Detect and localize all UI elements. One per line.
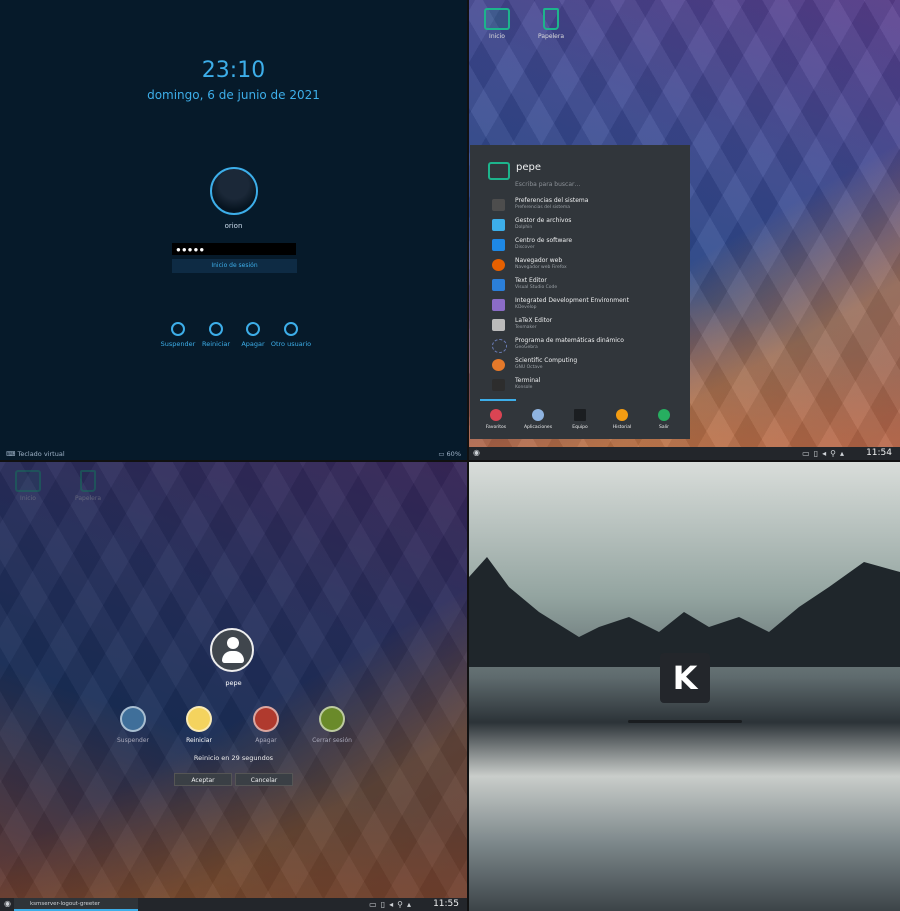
list-item[interactable]: Navegador web Navegador web Firefox (492, 256, 682, 274)
lock-username: orion (224, 222, 243, 230)
folder-icon (492, 219, 505, 231)
task-item[interactable]: ksmserver-logout-greeter (14, 898, 138, 911)
system-tray[interactable]: ▭▯◂⚲▴ (369, 900, 415, 909)
accept-button[interactable]: Aceptar (174, 773, 232, 786)
logout-screen: Inicio Papelera pepe Suspender Reiniciar… (0, 462, 467, 911)
octave-icon (492, 359, 505, 371)
latex-icon (492, 319, 505, 331)
terminal-icon (492, 379, 505, 391)
power-icon (253, 706, 279, 732)
restart-button[interactable]: Reiniciar (169, 706, 229, 744)
tab-indicator (480, 399, 516, 401)
folder-icon (484, 8, 510, 30)
restart-icon (186, 706, 212, 732)
suspend-icon (120, 706, 146, 732)
switch-user-button[interactable]: Otro usuario (266, 322, 316, 348)
lock-date: domingo, 6 de junio de 2021 (147, 88, 320, 102)
power-icon (246, 322, 260, 336)
computer-icon (574, 409, 586, 421)
list-item[interactable]: Scientific Computing GNU Octave (492, 356, 682, 374)
apps-icon (532, 409, 544, 421)
taskbar: ◉ ▭▯◂⚲▴ 11:54 (469, 447, 900, 460)
splash-progress-bar (628, 720, 742, 723)
desktop-trash-icon[interactable]: Papelera (531, 8, 571, 40)
switch-user-icon (284, 322, 298, 336)
search-input[interactable]: Escriba para buscar… (515, 181, 580, 188)
kde-logo: K (660, 653, 710, 703)
password-field[interactable] (172, 243, 296, 255)
history-icon (616, 409, 628, 421)
list-item[interactable]: Terminal Konsole (492, 376, 682, 394)
list-item[interactable]: Programa de matemáticas dinámico GeoGebra (492, 336, 682, 354)
store-icon (492, 239, 505, 251)
battery-indicator: ▭ 60% (438, 450, 461, 458)
list-item[interactable]: Text Editor Visual Studio Code (492, 276, 682, 294)
leave-icon (658, 409, 670, 421)
logout-icon (319, 706, 345, 732)
application-launcher: pepe Escriba para buscar… Preferencias d… (470, 145, 690, 439)
suspend-button[interactable]: Suspender (103, 706, 163, 744)
trash-icon (543, 8, 559, 30)
desktop-home-icon[interactable]: Inicio (477, 8, 517, 40)
logout-username: pepe (225, 679, 242, 687)
lock-time: 23:10 (201, 58, 266, 83)
tab-history[interactable]: Historial (602, 409, 642, 430)
menu-username: pepe (516, 162, 541, 173)
list-item[interactable]: Preferencias del sistema Preferencias del… (492, 196, 682, 214)
tab-applications[interactable]: Aplicaciones (518, 409, 558, 430)
list-item[interactable]: Integrated Development Environment KDevel… (492, 296, 682, 314)
tab-computer[interactable]: Equipo (560, 409, 600, 430)
panel-clock[interactable]: 11:54 (866, 448, 892, 458)
code-icon (492, 279, 505, 291)
settings-icon (492, 199, 505, 211)
ide-icon (492, 299, 505, 311)
suspend-icon (171, 322, 185, 336)
heart-icon (490, 409, 502, 421)
lock-screen: 23:10 domingo, 6 de junio de 2021 orion … (0, 0, 467, 460)
splash-screen: K (469, 462, 900, 911)
tab-leave[interactable]: Salir (644, 409, 684, 430)
virtual-keyboard-button[interactable]: ⌨ Teclado virtual (6, 450, 65, 458)
restart-icon (209, 322, 223, 336)
mountains-image (469, 557, 900, 667)
list-item[interactable]: LaTeX Editor Texmaker (492, 316, 682, 334)
avatar (210, 167, 258, 215)
shutdown-button[interactable]: Apagar (236, 706, 296, 744)
tab-favorites[interactable]: Favoritos (476, 409, 516, 430)
countdown-message: Reinicio en 29 segundos (193, 754, 274, 762)
cancel-button[interactable]: Cancelar (235, 773, 293, 786)
launcher-icon[interactable]: ◉ (4, 899, 11, 908)
lock-bottom-bar: ⌨ Teclado virtual ▭ 60% (0, 448, 467, 460)
panel-clock[interactable]: 11:55 (433, 899, 459, 909)
list-item[interactable]: Gestor de archivos Dolphin (492, 216, 682, 234)
list-item[interactable]: Centro de software Discover (492, 236, 682, 254)
firefox-icon (492, 259, 505, 271)
folder-icon (488, 162, 510, 180)
logout-button[interactable]: Cerrar sesión (302, 706, 362, 744)
launcher-icon[interactable]: ◉ (473, 448, 480, 457)
taskbar: ◉ ksmserver-logout-greeter ▭▯◂⚲▴ 11:55 (0, 898, 467, 911)
system-tray[interactable]: ▭▯◂⚲▴ (802, 449, 848, 458)
user-avatar-icon (210, 628, 254, 672)
geogebra-icon (492, 339, 507, 353)
desktop-menu-screen: Inicio Papelera pepe Escriba para buscar… (469, 0, 900, 460)
login-button[interactable]: Inicio de sesión (172, 259, 297, 273)
